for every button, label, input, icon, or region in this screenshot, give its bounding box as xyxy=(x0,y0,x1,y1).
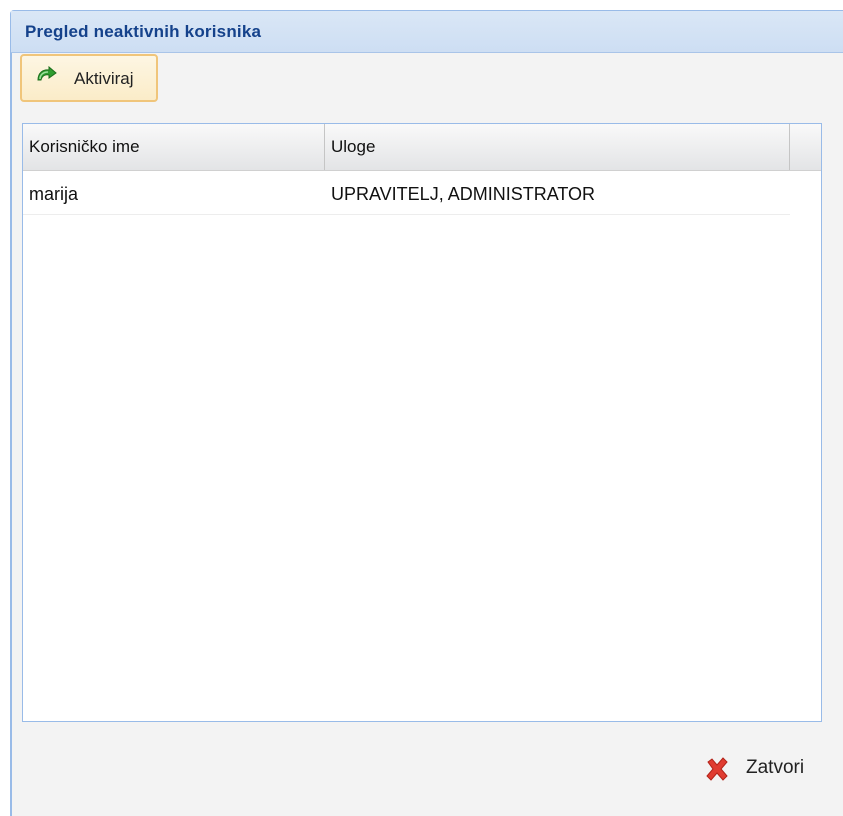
activate-button-label: Aktiviraj xyxy=(74,69,134,88)
activate-button[interactable]: Aktiviraj xyxy=(20,54,158,102)
grid-header: Korisničko ime Uloge xyxy=(23,124,821,171)
cell-roles: UPRAVITELJ, ADMINISTRATOR xyxy=(331,184,596,204)
close-button-label: Zatvori xyxy=(746,757,805,778)
close-x-icon xyxy=(704,756,730,782)
inactive-users-grid: Korisničko ime Uloge marija UPRAVITELJ, … xyxy=(22,123,822,722)
refresh-arrow-icon xyxy=(34,65,58,86)
table-row[interactable]: marija UPRAVITELJ, ADMINISTRATOR xyxy=(23,171,790,215)
column-header-roles[interactable]: Uloge xyxy=(325,124,790,170)
column-header-filler xyxy=(790,124,823,170)
cell-username: marija xyxy=(29,184,79,204)
window-titlebar[interactable]: Pregled neaktivnih korisnika xyxy=(11,11,843,53)
window-title: Pregled neaktivnih korisnika xyxy=(25,22,262,41)
column-header-username[interactable]: Korisničko ime xyxy=(23,124,325,170)
close-button[interactable]: Zatvori xyxy=(702,750,820,786)
